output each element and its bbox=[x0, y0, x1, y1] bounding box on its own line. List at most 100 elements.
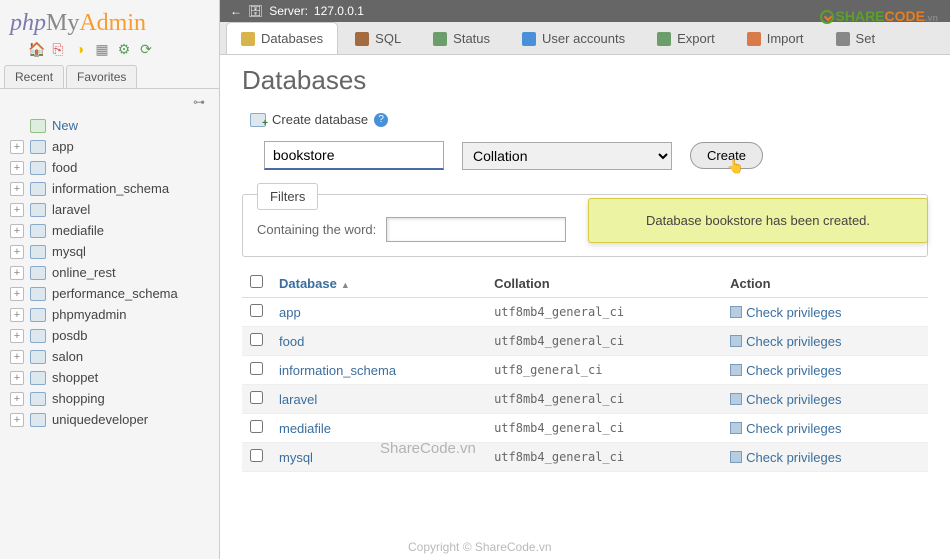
expand-icon[interactable]: + bbox=[10, 392, 24, 406]
expand-icon[interactable]: + bbox=[10, 266, 24, 280]
row-checkbox[interactable] bbox=[250, 333, 263, 346]
db-icon bbox=[30, 350, 46, 364]
check-privileges-link[interactable]: Check privileges bbox=[730, 450, 920, 465]
privileges-icon bbox=[730, 393, 742, 405]
check-privileges-link[interactable]: Check privileges bbox=[730, 305, 920, 320]
db-link[interactable]: information_schema bbox=[279, 363, 396, 378]
sort-asc-icon: ▲ bbox=[341, 280, 350, 290]
expand-icon[interactable]: + bbox=[10, 161, 24, 175]
tree-db-mediafile[interactable]: + mediafile bbox=[8, 220, 219, 241]
expand-icon[interactable]: + bbox=[10, 329, 24, 343]
reload-icon[interactable]: ⟳ bbox=[138, 41, 154, 57]
privileges-icon bbox=[730, 335, 742, 347]
home-icon[interactable]: 🏠 bbox=[28, 41, 44, 57]
filter-input[interactable] bbox=[386, 217, 566, 242]
check-all[interactable] bbox=[250, 275, 263, 288]
row-checkbox[interactable] bbox=[250, 391, 263, 404]
tree-db-posdb[interactable]: +posdb bbox=[8, 325, 219, 346]
tree-label: salon bbox=[52, 349, 83, 364]
expand-icon[interactable]: + bbox=[10, 287, 24, 301]
tree-db-salon[interactable]: + salon bbox=[8, 346, 219, 367]
tree-db-app[interactable]: +app bbox=[8, 136, 219, 157]
check-privileges-link[interactable]: Check privileges bbox=[730, 392, 920, 407]
expand-icon[interactable]: + bbox=[10, 308, 24, 322]
expand-icon[interactable]: + bbox=[10, 140, 24, 154]
server-back-icon[interactable]: ← bbox=[230, 4, 242, 18]
tab-import[interactable]: Import bbox=[732, 22, 819, 54]
col-action: Action bbox=[722, 269, 928, 298]
tab-export[interactable]: Export bbox=[642, 22, 730, 54]
tab-label: Databases bbox=[261, 31, 323, 46]
expand-icon[interactable]: + bbox=[10, 224, 24, 238]
privileges-icon bbox=[730, 306, 742, 318]
db-icon bbox=[30, 224, 46, 238]
check-privileges-link[interactable]: Check privileges bbox=[730, 334, 920, 349]
tree-label: mediafile bbox=[52, 223, 104, 238]
db-link[interactable]: mediafile bbox=[279, 421, 331, 436]
tree-db-performance_schema[interactable]: +performance_schema bbox=[8, 283, 219, 304]
row-checkbox[interactable] bbox=[250, 449, 263, 462]
tree-db-food[interactable]: + food bbox=[8, 157, 219, 178]
db-link[interactable]: mysql bbox=[279, 450, 313, 465]
table-row: foodutf8mb4_general_ciCheck privileges bbox=[242, 327, 928, 356]
tree-db-phpmyadmin[interactable]: +phpmyadmin bbox=[8, 304, 219, 325]
tab-icon bbox=[522, 32, 536, 46]
exit-icon[interactable]: ⎘ bbox=[50, 41, 66, 57]
create-db-icon bbox=[250, 113, 266, 127]
expand-icon[interactable]: + bbox=[10, 245, 24, 259]
db-link[interactable]: app bbox=[279, 305, 301, 320]
row-checkbox[interactable] bbox=[250, 362, 263, 375]
tab-user-accounts[interactable]: User accounts bbox=[507, 22, 640, 54]
tree-db-information_schema[interactable]: +information_schema bbox=[8, 178, 219, 199]
db-name-input[interactable] bbox=[264, 141, 444, 170]
tab-icon bbox=[747, 32, 761, 46]
col-database[interactable]: Database▲ bbox=[271, 269, 486, 298]
tree-db-shoppet[interactable]: +shoppet bbox=[8, 367, 219, 388]
tree-db-uniquedeveloper[interactable]: +uniquedeveloper bbox=[8, 409, 219, 430]
link-icon[interactable]: ⊶ bbox=[0, 89, 219, 111]
db-link[interactable]: food bbox=[279, 334, 304, 349]
tab-status[interactable]: Status bbox=[418, 22, 505, 54]
tab-recent[interactable]: Recent bbox=[4, 65, 64, 88]
create-button[interactable]: Create 👆 bbox=[690, 142, 763, 169]
tree-db-online_rest[interactable]: +online_rest bbox=[8, 262, 219, 283]
check-privileges-link[interactable]: Check privileges bbox=[730, 363, 920, 378]
tree-db-mysql[interactable]: +mysql bbox=[8, 241, 219, 262]
row-checkbox[interactable] bbox=[250, 304, 263, 317]
content: Databases Create database ? Collation Cr… bbox=[220, 55, 950, 482]
docs-icon[interactable]: ◑ bbox=[72, 41, 88, 57]
row-checkbox[interactable] bbox=[250, 420, 263, 433]
tree-db-shopping[interactable]: + shopping bbox=[8, 388, 219, 409]
tab-set[interactable]: Set bbox=[821, 22, 891, 54]
side-tabs: Recent Favorites bbox=[0, 65, 219, 89]
sql-icon[interactable]: ▦ bbox=[94, 41, 110, 57]
db-table: Database▲ Collation Action apputf8mb4_ge… bbox=[242, 269, 928, 472]
db-icon bbox=[30, 287, 46, 301]
expand-icon[interactable]: + bbox=[10, 371, 24, 385]
sidebar: phpMyAdmin 🏠 ⎘ ◑ ▦ ⚙ ⟳ Recent Favorites … bbox=[0, 0, 220, 559]
server-prefix: Server: bbox=[269, 4, 308, 18]
tree-new[interactable]: New bbox=[8, 115, 219, 136]
help-icon[interactable]: ? bbox=[374, 113, 388, 127]
tab-label: Status bbox=[453, 31, 490, 46]
row-collation: utf8mb4_general_ci bbox=[486, 298, 722, 327]
db-link[interactable]: laravel bbox=[279, 392, 317, 407]
table-row: mysqlutf8mb4_general_ciCheck privileges bbox=[242, 443, 928, 472]
check-privileges-link[interactable]: Check privileges bbox=[730, 421, 920, 436]
tab-sql[interactable]: SQL bbox=[340, 22, 416, 54]
expand-icon[interactable]: + bbox=[10, 203, 24, 217]
collation-select[interactable]: Collation bbox=[462, 142, 672, 170]
tab-databases[interactable]: Databases bbox=[226, 22, 338, 54]
tab-label: Set bbox=[856, 31, 876, 46]
tree-label: shopping bbox=[52, 391, 105, 406]
tab-favorites[interactable]: Favorites bbox=[66, 65, 137, 88]
expand-icon[interactable]: + bbox=[10, 413, 24, 427]
tree-label: food bbox=[52, 160, 77, 175]
expand-icon[interactable]: + bbox=[10, 350, 24, 364]
row-collation: utf8_general_ci bbox=[486, 356, 722, 385]
tab-icon bbox=[241, 32, 255, 46]
tree-db-laravel[interactable]: +laravel bbox=[8, 199, 219, 220]
tab-label: User accounts bbox=[542, 31, 625, 46]
expand-icon[interactable]: + bbox=[10, 182, 24, 196]
settings-icon[interactable]: ⚙ bbox=[116, 41, 132, 57]
